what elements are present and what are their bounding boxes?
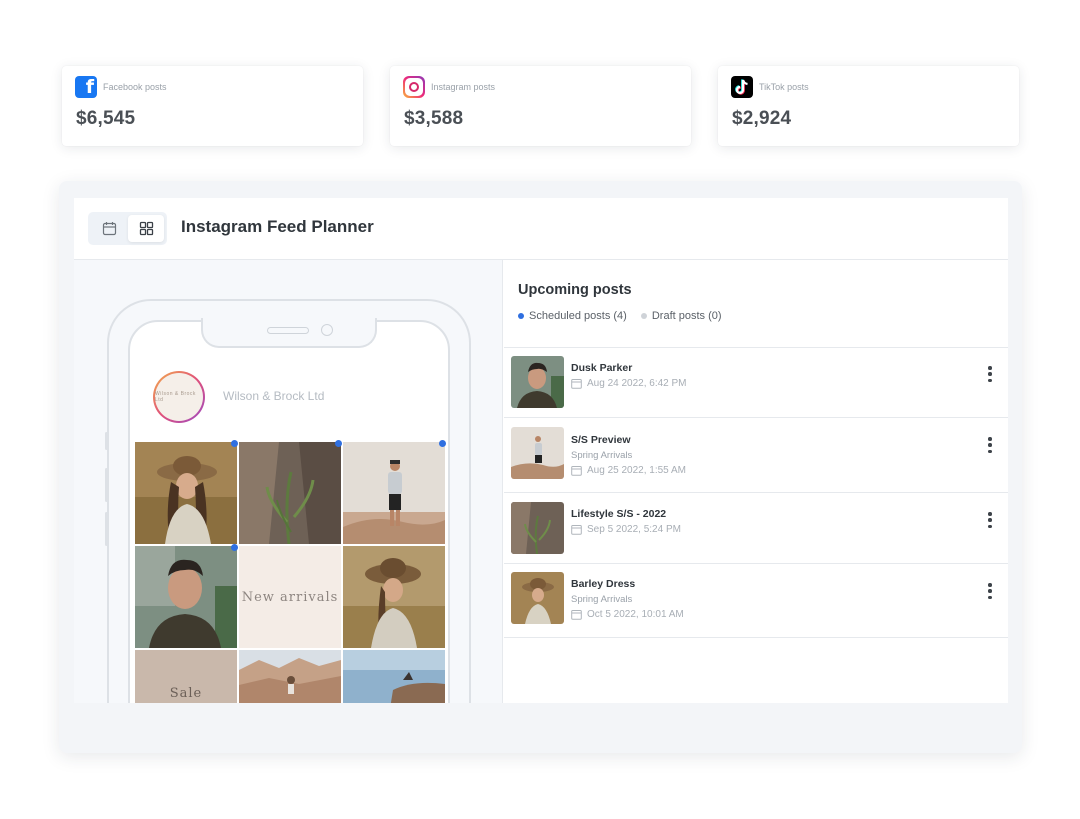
- feed-tile[interactable]: [343, 650, 445, 703]
- list-item[interactable]: Barley Dress Spring Arrivals Oct 5 2022,…: [504, 564, 1008, 638]
- stat-card-tiktok: TikTok posts $2,924: [718, 66, 1019, 146]
- calendar-icon: [571, 466, 582, 476]
- phone-side-button: [105, 432, 108, 450]
- post-filters: Scheduled posts (4) Draft posts (0): [518, 310, 722, 322]
- scheduled-marker: [335, 440, 342, 447]
- post-title: Dusk Parker: [571, 362, 633, 374]
- filter-scheduled[interactable]: Scheduled posts (4): [518, 310, 627, 322]
- upcoming-posts-pane: Upcoming posts Scheduled posts (4) Draft…: [504, 260, 1008, 703]
- stat-card-instagram: Instagram posts $3,588: [390, 66, 691, 146]
- feed-tile[interactable]: [135, 442, 237, 544]
- scheduled-marker: [231, 544, 238, 551]
- phone-camera: [321, 324, 333, 336]
- phone-side-button: [105, 512, 108, 546]
- profile-name: Wilson & Brock Ltd: [223, 389, 325, 403]
- calendar-view-button[interactable]: [91, 215, 127, 242]
- list-item[interactable]: Lifestyle S/S - 2022 Sep 5 2022, 5:24 PM: [504, 493, 1008, 564]
- stat-value: $3,588: [404, 108, 464, 129]
- post-thumbnail: [511, 572, 564, 624]
- stat-label: Instagram posts: [431, 82, 496, 92]
- feed-tile[interactable]: [239, 442, 341, 544]
- status-dot: [640, 313, 647, 319]
- stat-value: $6,545: [76, 108, 136, 129]
- grid-icon: [139, 221, 153, 236]
- more-options-icon[interactable]: [982, 580, 998, 602]
- stat-label: Facebook posts: [103, 82, 167, 92]
- feed-tile[interactable]: [343, 546, 445, 648]
- scheduled-marker: [231, 440, 238, 447]
- phone-side-button: [105, 468, 108, 502]
- planner-header: Instagram Feed Planner: [74, 198, 1008, 260]
- scheduled-marker: [439, 440, 446, 447]
- post-subtitle: Spring Arrivals: [571, 594, 633, 605]
- section-title: Upcoming posts: [518, 282, 632, 298]
- grid-view-button[interactable]: [128, 215, 164, 242]
- feed-tile[interactable]: [135, 546, 237, 648]
- tiktok-icon: [731, 76, 753, 98]
- stat-label: TikTok posts: [759, 82, 809, 92]
- feed-grid: New arrivals Sale: [135, 440, 446, 703]
- post-title: Barley Dress: [571, 578, 636, 590]
- facebook-icon: f: [75, 76, 97, 98]
- phone-preview-pane: Wilson & Brock Ltd Wilson & Brock Ltd Ne…: [74, 260, 503, 703]
- post-date: Sep 5 2022, 5:24 PM: [571, 524, 681, 535]
- post-thumbnail: [511, 502, 564, 554]
- post-subtitle: Spring Arrivals: [571, 450, 633, 461]
- list-item[interactable]: S/S Preview Spring Arrivals Aug 25 2022,…: [504, 418, 1008, 493]
- feed-planner-panel: Instagram Feed Planner Wilson & Brock Lt…: [74, 198, 1008, 739]
- feed-tile[interactable]: [343, 442, 445, 544]
- calendar-icon: [571, 379, 582, 389]
- post-thumbnail: [511, 427, 564, 479]
- stat-card-facebook: f Facebook posts $6,545: [62, 66, 363, 146]
- post-title: Lifestyle S/S - 2022: [571, 508, 667, 520]
- phone-speaker: [267, 327, 309, 334]
- post-date: Aug 25 2022, 1:55 AM: [571, 465, 686, 476]
- stat-value: $2,924: [732, 108, 792, 129]
- post-date: Aug 24 2022, 6:42 PM: [571, 378, 687, 389]
- status-dot: [518, 313, 524, 319]
- planner-footer: [74, 703, 1008, 739]
- post-title: S/S Preview: [571, 434, 631, 446]
- calendar-icon: [571, 525, 582, 535]
- more-options-icon[interactable]: [982, 509, 998, 531]
- calendar-icon: [102, 222, 116, 236]
- more-options-icon[interactable]: [982, 363, 998, 385]
- post-date: Oct 5 2022, 10:01 AM: [571, 609, 684, 620]
- view-toggle: [88, 212, 167, 245]
- more-options-icon[interactable]: [982, 434, 998, 456]
- filter-drafts[interactable]: Draft posts (0): [640, 310, 722, 322]
- page-title: Instagram Feed Planner: [181, 217, 374, 236]
- feed-tile-new-arrivals[interactable]: New arrivals: [239, 546, 341, 648]
- avatar[interactable]: Wilson & Brock Ltd: [153, 371, 205, 423]
- list-item[interactable]: Dusk Parker Aug 24 2022, 6:42 PM: [504, 348, 1008, 418]
- feed-tile-sale[interactable]: Sale: [135, 650, 237, 703]
- instagram-icon: [403, 76, 425, 98]
- calendar-icon: [571, 610, 582, 620]
- feed-tile[interactable]: [239, 650, 341, 703]
- post-thumbnail: [511, 356, 564, 408]
